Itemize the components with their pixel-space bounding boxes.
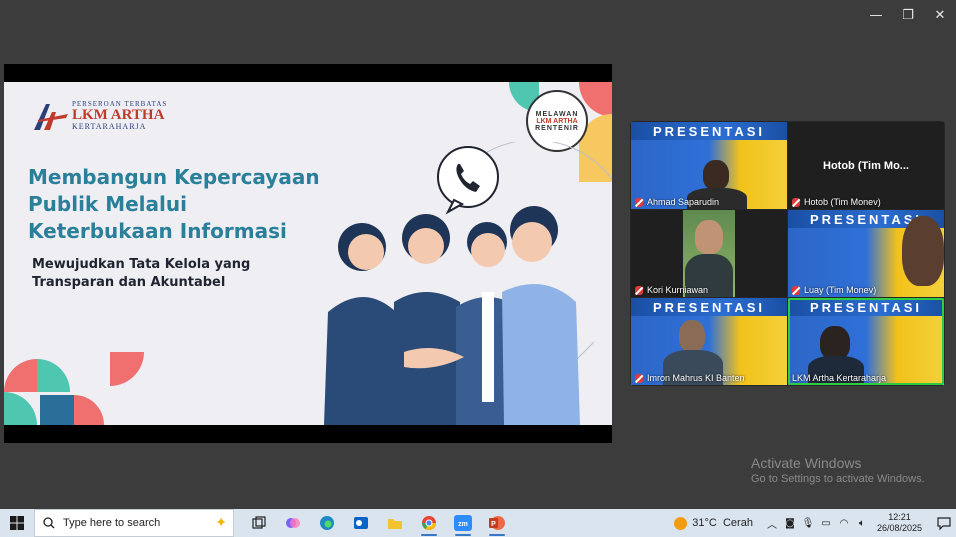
taskbar: Type here to search ✦ zm P 31°C Cerah ︿ … <box>0 509 956 537</box>
badge-middle-text: LKM ARTHA <box>536 117 578 125</box>
restore-button[interactable]: ❐ <box>892 0 924 30</box>
sparkle-icon: ✦ <box>215 514 227 530</box>
battery-icon[interactable]: ▭ <box>818 518 834 529</box>
slide-headline: Membangun Kepercayaan Publik Melalui Ket… <box>28 165 320 243</box>
weather-condition: Cerah <box>722 517 753 529</box>
logo-main-text: LKM ARTHA <box>72 107 165 123</box>
weather-widget[interactable]: 31°C Cerah <box>674 516 753 530</box>
close-button[interactable]: ✕ <box>924 0 956 30</box>
svg-text:P: P <box>491 521 496 528</box>
weather-temp: 31°C <box>692 517 717 529</box>
phone-bubble-icon <box>437 146 499 215</box>
mic-muted-icon <box>635 285 643 295</box>
search-icon <box>43 517 55 529</box>
decorative-shapes-bottom <box>4 352 144 425</box>
clock-time: 12:21 <box>888 512 911 522</box>
svg-text:zm: zm <box>458 521 468 528</box>
shared-screen: PERSEROAN TERBATAS LKM ARTHA KERTARAHARJ… <box>4 64 612 443</box>
watermark-title: Activate Windows <box>751 455 862 471</box>
powerpoint-icon: P <box>489 516 505 530</box>
zoom-button[interactable]: zm <box>446 509 480 537</box>
window-controls: — ❐ ✕ <box>860 0 956 30</box>
taskbar-clock[interactable]: 12:21 26/08/2025 <box>877 512 922 534</box>
outlook-icon <box>354 517 368 529</box>
edge-icon <box>320 516 334 530</box>
copilot-button[interactable] <box>276 509 310 537</box>
start-button[interactable] <box>0 509 34 537</box>
participant-name: Kori Kurniawan <box>647 285 709 295</box>
participant-name: Ahmad Saparudin <box>647 197 720 207</box>
wifi-icon[interactable]: ◠ <box>836 518 852 529</box>
webcam-icon[interactable]: ◙ <box>782 518 798 529</box>
zoom-icon: zm <box>454 515 472 531</box>
badge-bottom-text: RENTENIR <box>535 124 579 132</box>
participant-name: Imron Mahrus KI Banten <box>647 373 745 383</box>
mic-muted-icon <box>792 197 800 207</box>
taskbar-search-box[interactable]: Type here to search ✦ <box>34 509 234 537</box>
notification-icon <box>937 516 951 530</box>
participant-tile[interactable]: Kori Kurniawan <box>631 210 787 297</box>
outlook-button[interactable] <box>344 509 378 537</box>
handshake-illustration <box>324 142 612 425</box>
participant-tile[interactable]: PRESENTASI Imron Mahrus KI Banten <box>631 298 787 385</box>
minimize-button[interactable]: — <box>860 0 892 30</box>
volume-icon[interactable]: 🔈︎ <box>854 518 870 529</box>
presentasi-banner: PRESENTASI <box>631 122 787 140</box>
participant-name: Luay (Tim Monev) <box>804 285 877 295</box>
microphone-icon[interactable]: 🎙︎ <box>800 518 816 529</box>
weather-sun-icon <box>674 516 688 530</box>
mic-muted-icon <box>635 197 643 207</box>
clock-date: 26/08/2025 <box>876 523 922 533</box>
lkm-artha-logo: PERSEROAN TERBATAS LKM ARTHA KERTARAHARJ… <box>32 100 167 132</box>
participant-center-name: Hotob (Tim Mo... <box>823 160 909 172</box>
participant-tile[interactable]: PRESENTASI Luay (Tim Monev) <box>788 210 944 297</box>
system-tray: 31°C Cerah ︿ ◙ 🎙︎ ▭ ◠ 🔈︎ 12:21 26/08/202… <box>674 509 956 537</box>
slide-subline: Mewujudkan Tata Kelola yang Transparan d… <box>32 257 251 290</box>
participant-name: Hotob (Tim Monev) <box>804 197 881 207</box>
logo-mark-icon <box>34 104 68 130</box>
task-view-button[interactable] <box>242 509 276 537</box>
logo-sub-text: KERTARAHARJA <box>72 122 147 131</box>
notification-button[interactable] <box>932 516 956 530</box>
chevron-up-icon[interactable]: ︿ <box>764 516 780 531</box>
presentasi-banner: PRESENTASI <box>788 298 944 316</box>
file-explorer-button[interactable] <box>378 509 412 537</box>
participant-tile-active[interactable]: PRESENTASI LKM Artha Kertaraharja <box>788 298 944 385</box>
mic-muted-icon <box>635 373 643 383</box>
mic-muted-icon <box>792 285 800 295</box>
badge-top-text: MELAWAN <box>535 110 579 118</box>
search-placeholder: Type here to search <box>63 517 161 529</box>
participant-tile[interactable]: PRESENTASI Ahmad Saparudin <box>631 122 787 209</box>
copilot-icon <box>286 518 300 528</box>
presentasi-banner: PRESENTASI <box>631 298 787 316</box>
watermark-subtitle: Go to Settings to activate Windows. <box>751 473 925 485</box>
chrome-icon <box>422 516 436 530</box>
task-view-icon <box>252 516 266 529</box>
windows-logo-icon <box>10 516 24 530</box>
participant-name: LKM Artha Kertaraharja <box>792 373 887 383</box>
presentation-slide: PERSEROAN TERBATAS LKM ARTHA KERTARAHARJ… <box>4 82 612 425</box>
powerpoint-button[interactable]: P <box>480 509 514 537</box>
edge-button[interactable] <box>310 509 344 537</box>
chrome-button[interactable] <box>412 509 446 537</box>
participant-tile[interactable]: Hotob (Tim Mo... Hotob (Tim Monev) <box>788 122 944 209</box>
activate-windows-watermark: Activate Windows Go to Settings to activ… <box>751 455 925 485</box>
folder-icon <box>388 519 402 529</box>
participant-gallery: PRESENTASI Ahmad Saparudin Hotob (Tim Mo… <box>630 121 945 386</box>
